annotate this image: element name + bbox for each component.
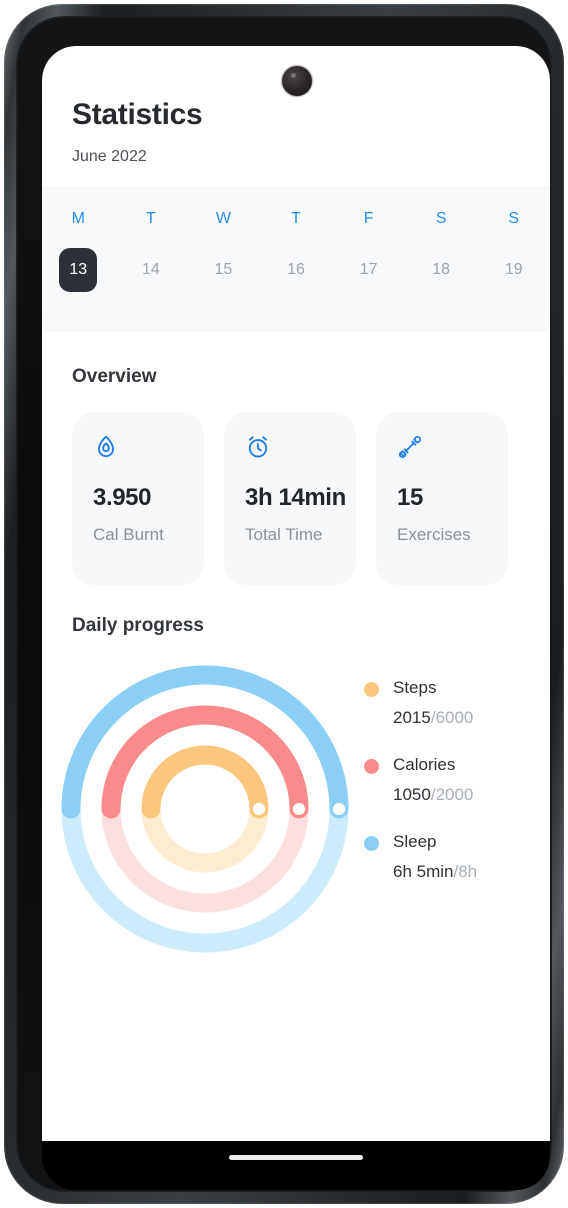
date-number[interactable]: 14 [132, 248, 170, 292]
weekday-letter: T [291, 210, 301, 227]
dumbbell-icon [397, 434, 423, 460]
date-strip[interactable]: M 13 T 14 W 15 T 16 F 17 S 18 S 19 [42, 186, 550, 332]
weekday-letter: M [71, 210, 85, 227]
legend-metric-values: 6h 5min/8h [393, 862, 477, 882]
date-cell-14[interactable]: T 14 [115, 208, 188, 292]
legend-current-value: 1050 [393, 785, 431, 804]
weekday-letter: S [508, 210, 520, 227]
date-number[interactable]: 15 [204, 248, 242, 292]
legend-text: Steps 2015/6000 [393, 677, 473, 728]
ring-endpoint-dot-sleep [332, 802, 346, 816]
weekday-letter: F [363, 210, 374, 227]
legend-color-dot [364, 682, 379, 697]
ring-endpoint-dot-calories [292, 802, 306, 816]
stat-label: Total Time [245, 525, 323, 544]
stat-label: Cal Burnt [93, 525, 164, 544]
stat-value: 3.950 [93, 484, 152, 511]
date-number[interactable]: 16 [277, 248, 315, 292]
home-indicator[interactable] [229, 1155, 363, 1160]
progress-rings-svg [61, 665, 349, 953]
weekday-letter: W [215, 210, 231, 227]
alarm-clock-icon [245, 434, 271, 460]
phone-frame: Statistics June 2022 M 13 T 14 W 15 T 16 F 17 S 18 S… [4, 4, 564, 1204]
legend-metric-name: Sleep [393, 832, 437, 851]
legend-goal-value: 8h [458, 862, 478, 881]
legend-metric-name: Calories [393, 755, 456, 774]
legend-item-steps[interactable]: Steps 2015/6000 [364, 677, 544, 728]
daily-progress-heading: Daily progress [72, 615, 204, 636]
date-cell-18[interactable]: S 18 [405, 208, 478, 292]
legend-metric-values: 1050/2000 [393, 785, 473, 805]
stat-card-exercises[interactable]: 15 Exercises [376, 412, 508, 585]
legend-item-sleep[interactable]: Sleep 6h 5min/8h [364, 831, 544, 882]
legend-goal-value: 2000 [435, 785, 474, 804]
legend-current-value: 6h 5min [393, 862, 454, 881]
date-number[interactable]: 19 [495, 248, 533, 292]
ring-endpoint-dot-steps [252, 802, 266, 816]
date-number[interactable]: 17 [350, 248, 388, 292]
date-cell-16[interactable]: T 16 [260, 208, 333, 292]
stat-card-cal-burnt[interactable]: 3.950 Cal Burnt [72, 412, 204, 585]
legend-text: Sleep 6h 5min/8h [393, 831, 477, 882]
app-header: Statistics June 2022 [42, 46, 550, 166]
page-title: Statistics [72, 98, 203, 131]
month-label: June 2022 [72, 148, 147, 165]
flame-icon [93, 434, 119, 460]
stat-card-total-time[interactable]: 3h 14min Total Time [224, 412, 356, 585]
legend-color-dot [364, 759, 379, 774]
phone-screen: Statistics June 2022 M 13 T 14 W 15 T 16 F 17 S 18 S… [42, 46, 550, 1190]
app-viewport: Statistics June 2022 M 13 T 14 W 15 T 16 F 17 S 18 S… [42, 46, 550, 1141]
weekday-letter: T [145, 210, 156, 227]
legend-current-value: 2015 [393, 708, 431, 727]
legend-metric-values: 2015/6000 [393, 708, 473, 728]
stat-label: Exercises [397, 525, 471, 544]
progress-legend: Steps 2015/6000 Calories 1050/2000 Sleep 6h 5… [364, 677, 544, 908]
weekday-letter: S [435, 210, 447, 227]
system-navigation-bar [42, 1141, 550, 1190]
front-camera-icon [282, 66, 312, 96]
ring-progress-steps[interactable] [141, 745, 269, 819]
daily-progress-chart: Steps 2015/6000 Calories 1050/2000 Sleep 6h 5… [42, 649, 550, 979]
date-cell-17[interactable]: F 17 [332, 208, 405, 292]
date-cell-13[interactable]: M 13 [42, 208, 115, 292]
date-cell-15[interactable]: W 15 [187, 208, 260, 292]
legend-text: Calories 1050/2000 [393, 754, 473, 805]
legend-item-calories[interactable]: Calories 1050/2000 [364, 754, 544, 805]
legend-metric-name: Steps [393, 678, 437, 697]
overview-cards: 3.950 Cal Burnt 3h 14min Total Time 15 Exerci… [42, 412, 550, 585]
phone-bezel: Statistics June 2022 M 13 T 14 W 15 T 16 F 17 S 18 S… [16, 16, 552, 1192]
legend-color-dot [364, 836, 379, 851]
stat-value: 3h 14min [245, 484, 346, 511]
legend-goal-value: 6000 [435, 708, 474, 727]
date-number[interactable]: 18 [422, 248, 460, 292]
date-cell-19[interactable]: S 19 [477, 208, 550, 292]
stat-value: 15 [397, 484, 423, 511]
date-number-selected[interactable]: 13 [59, 248, 98, 292]
overview-heading: Overview [72, 366, 157, 387]
